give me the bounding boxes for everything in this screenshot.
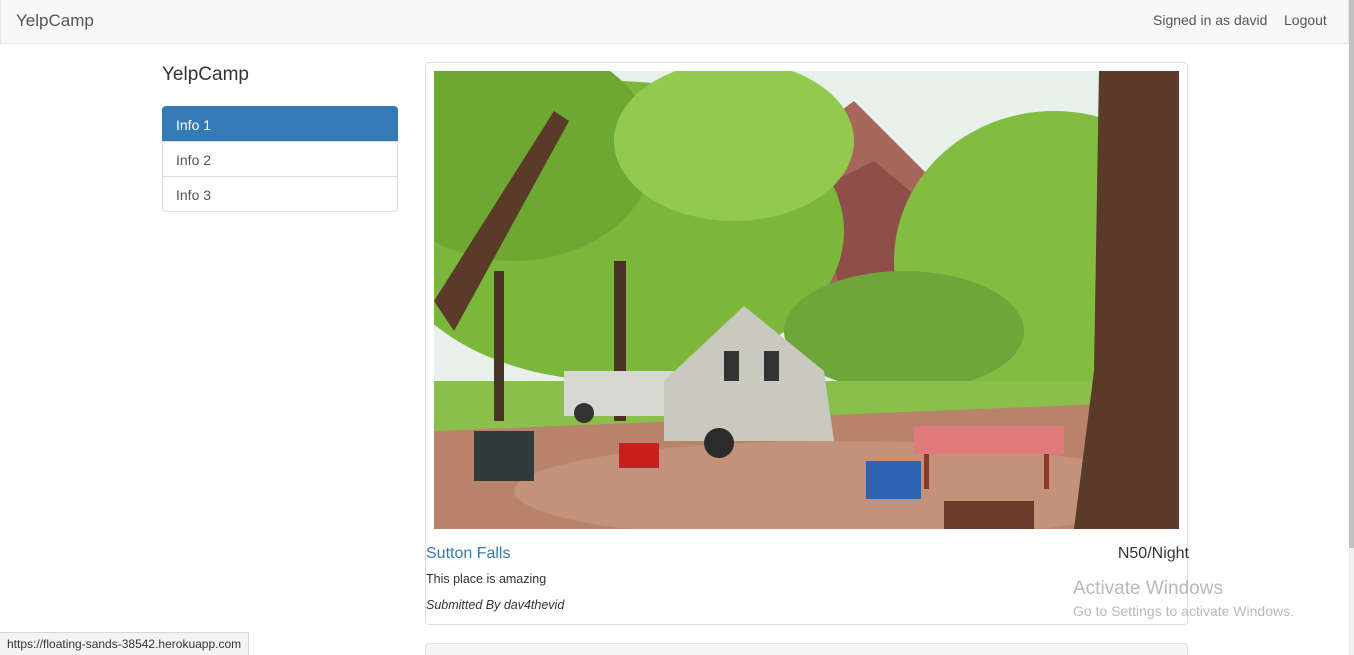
activation-watermark-title: Activate Windows [1073, 578, 1223, 599]
navbar-brand[interactable]: YelpCamp [16, 11, 94, 31]
campground-name-link[interactable]: Sutton Falls [426, 545, 510, 563]
signed-in-link[interactable]: Signed in as david [1153, 12, 1267, 28]
logout-link[interactable]: Logout [1284, 12, 1327, 28]
sidebar-item-info-1[interactable]: Info 1 [162, 106, 398, 142]
scrollbar-thumb[interactable] [1349, 0, 1354, 548]
comments-well [425, 643, 1188, 655]
campground-price: N50/Night [1117, 545, 1189, 562]
campground-description: This place is amazing [426, 572, 547, 586]
sidebar-list: Info 1 Info 2 Info 3 [162, 106, 398, 212]
navbar: YelpCamp Signed in as david Logout [0, 0, 1349, 44]
scrollbar[interactable] [1349, 0, 1354, 655]
sidebar-item-info-3[interactable]: Info 3 [162, 176, 398, 212]
campground-author: Submitted By dav4thevid [426, 598, 565, 612]
status-bar-url: https://floating-sands-38542.herokuapp.c… [0, 632, 250, 655]
campground-card: Sutton Falls N50/Night This place is ama… [425, 62, 1189, 625]
sidebar-item-info-2[interactable]: Info 2 [162, 141, 398, 177]
sidebar-title: YelpCamp [162, 64, 249, 85]
activation-watermark-subtitle: Go to Settings to activate Windows. [1073, 603, 1294, 619]
